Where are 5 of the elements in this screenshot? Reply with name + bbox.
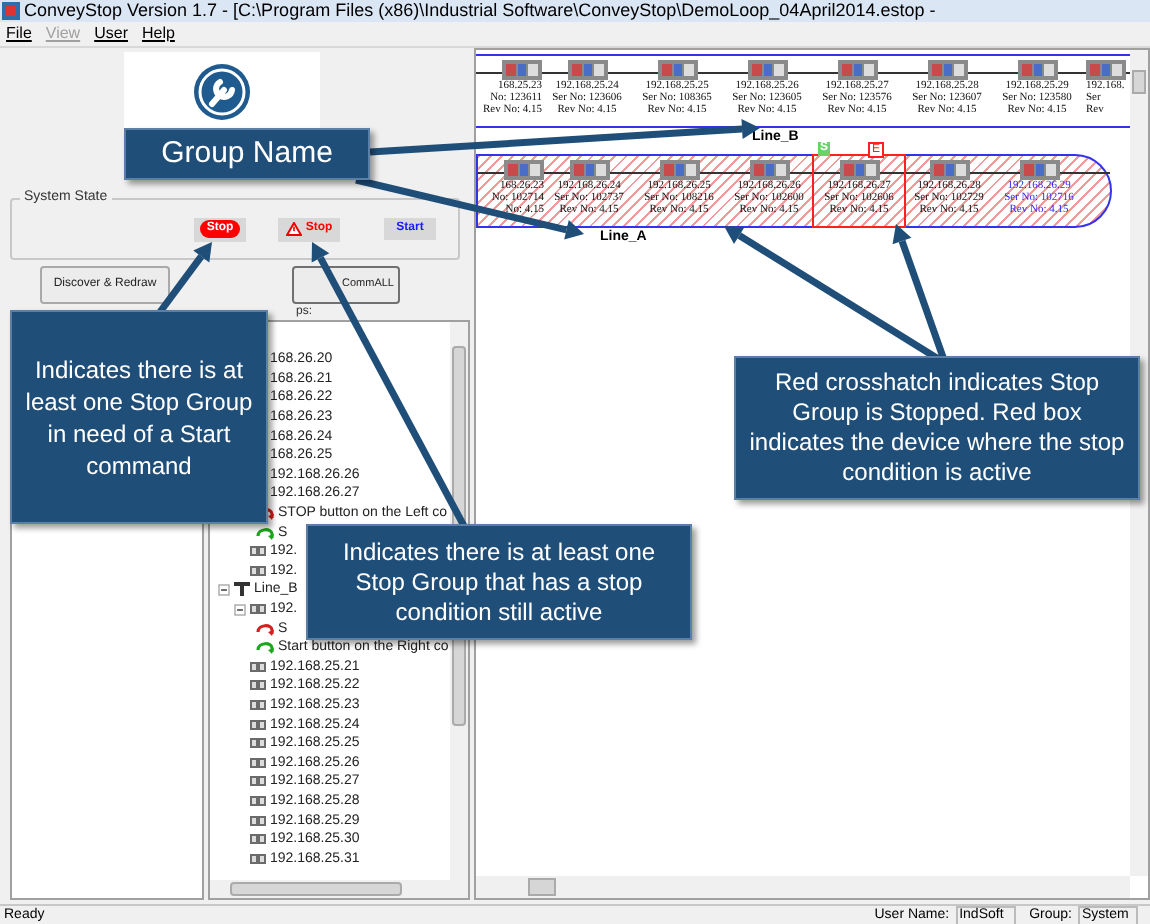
callout-tooltip: Red crosshatch indicates Stop Group is Stopped. Red box indicates the device where the stop condition is active (734, 356, 1140, 500)
callout-tooltip: Indicates there is at least one Stop Group in need of a Start command (10, 310, 268, 524)
window-title: ConveyStop Version 1.7 - [C:\Program Files (x86)\Industrial Software\ConveyStop\DemoLoop_04April2014.estop - (24, 0, 936, 22)
callout-tooltip: Indicates there is at least one Stop Group that has a stop condition still active (306, 524, 692, 640)
callout-tooltip: Group Name (124, 128, 370, 180)
